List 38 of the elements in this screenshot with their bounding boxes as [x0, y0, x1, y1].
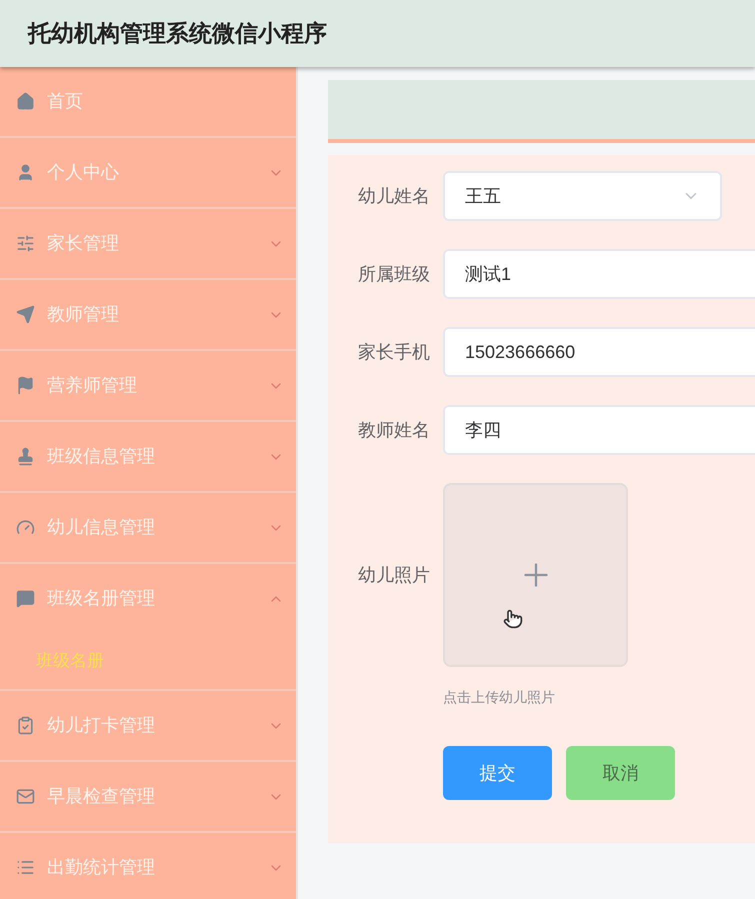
paper-plane-icon — [16, 305, 35, 324]
menu-item[interactable]: 教师管理 — [0, 280, 296, 349]
home-icon — [16, 92, 35, 111]
field-label: 幼儿照片 — [358, 564, 430, 586]
menu-item[interactable]: 营养师管理 — [0, 351, 296, 420]
menu-item[interactable]: 班级名册管理 — [0, 564, 296, 633]
menu-item[interactable]: 幼儿打卡管理 — [0, 691, 296, 760]
input-field[interactable]: 测试1 — [443, 249, 755, 299]
input-field[interactable]: 15023666660 — [443, 327, 755, 377]
menu-item[interactable]: 首页 — [0, 67, 296, 136]
envelope-icon — [16, 787, 35, 806]
flag-icon — [16, 376, 35, 395]
submenu-item[interactable]: 班级名册 — [36, 648, 104, 674]
photo-upload-area[interactable] — [443, 483, 628, 667]
menu-item[interactable]: 个人中心 — [0, 138, 296, 207]
clipboard-check-icon — [16, 716, 35, 735]
app-title: 托幼机构管理系统微信小程序 — [28, 19, 327, 48]
chat-bubble-icon — [16, 589, 35, 608]
menu-item[interactable]: 早晨检查管理 — [0, 762, 296, 831]
submit-button[interactable]: 提交 — [443, 746, 552, 800]
field-label: 所属班级 — [358, 264, 430, 284]
hand-pointer-icon — [503, 609, 523, 629]
cancel-button[interactable]: 取消 — [566, 746, 675, 800]
field-label: 教师姓名 — [358, 420, 430, 440]
input-field[interactable]: 李四 — [443, 405, 755, 455]
upload-hint: 点击上传幼儿照片 — [443, 688, 556, 707]
menu-item[interactable]: 班级信息管理 — [0, 422, 296, 491]
select-field[interactable]: 王五 — [443, 171, 722, 221]
menu-item[interactable]: 幼儿信息管理 — [0, 493, 296, 562]
gauge-icon — [16, 518, 35, 537]
field-label: 家长手机 — [358, 342, 430, 362]
menu-item[interactable]: 家长管理 — [0, 209, 296, 278]
stamp-icon — [16, 447, 35, 466]
sliders-icon — [16, 234, 35, 253]
menu-item[interactable]: 出勤统计管理 — [0, 833, 296, 899]
list-icon — [16, 858, 35, 877]
user-icon — [16, 163, 35, 182]
field-label: 幼儿姓名 — [358, 186, 430, 206]
